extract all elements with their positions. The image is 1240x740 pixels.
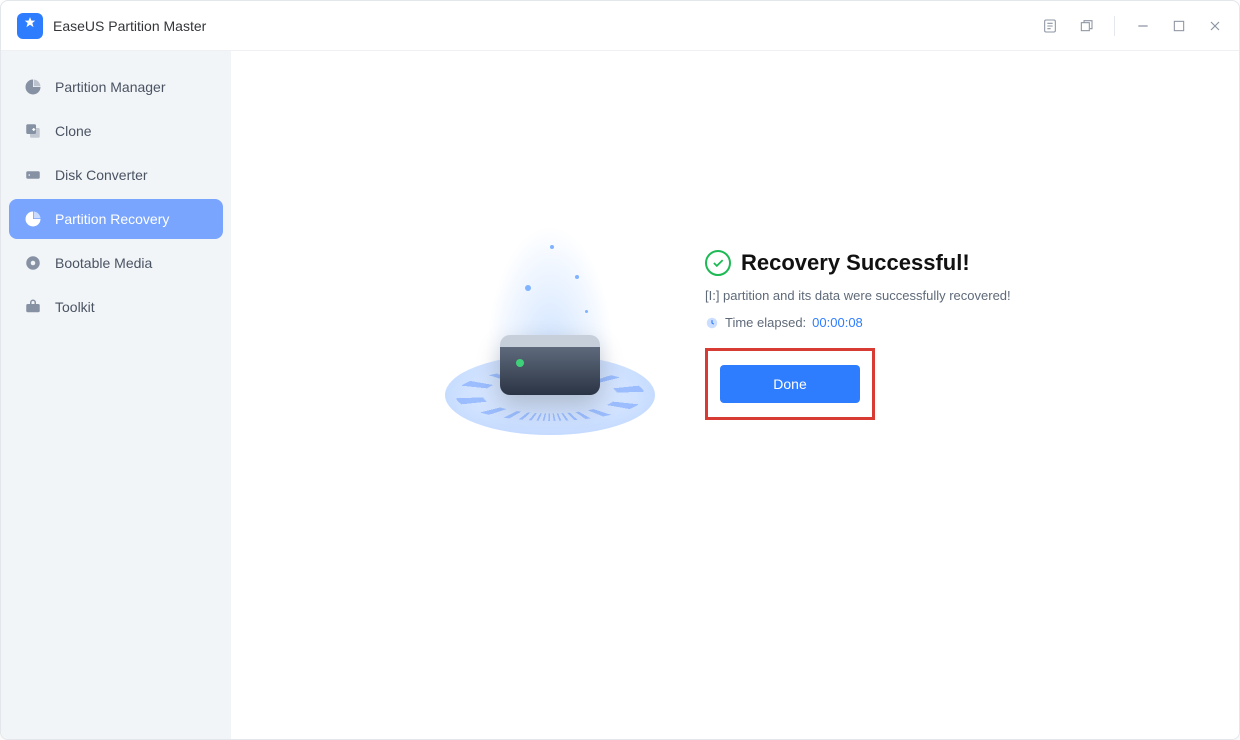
toolkit-icon xyxy=(23,297,43,317)
sidebar-item-partition-recovery[interactable]: Partition Recovery xyxy=(9,199,223,239)
app-body: Partition Manager Clone Disk Converter P… xyxy=(1,51,1239,739)
window-controls xyxy=(1042,16,1223,36)
app-logo xyxy=(17,13,43,39)
sidebar-item-clone[interactable]: Clone xyxy=(9,111,223,151)
star-icon xyxy=(23,16,37,35)
close-icon[interactable] xyxy=(1207,18,1223,34)
time-elapsed-label: Time elapsed: xyxy=(725,315,806,330)
titlebar: EaseUS Partition Master xyxy=(1,1,1239,51)
time-elapsed-row: Time elapsed: 00:00:08 xyxy=(705,315,1035,330)
check-circle-icon xyxy=(705,250,731,276)
disk-icon xyxy=(500,335,600,395)
done-highlight: Done xyxy=(705,348,875,420)
sidebar-item-label: Bootable Media xyxy=(55,255,152,271)
clone-icon xyxy=(23,121,43,141)
sidebar-item-disk-converter[interactable]: Disk Converter xyxy=(9,155,223,195)
media-icon xyxy=(23,253,43,273)
sidebar-item-label: Disk Converter xyxy=(55,167,148,183)
time-elapsed-value: 00:00:08 xyxy=(812,315,863,330)
result-layout: Recovery Successful! [I:] partition and … xyxy=(435,215,1035,455)
sidebar-item-label: Partition Recovery xyxy=(55,211,169,227)
recovery-icon xyxy=(23,209,43,229)
app-window: EaseUS Partition Master xyxy=(0,0,1240,740)
app-title: EaseUS Partition Master xyxy=(53,18,206,34)
result-heading-text: Recovery Successful! xyxy=(741,250,970,276)
separator xyxy=(1114,16,1115,36)
sidebar-item-bootable-media[interactable]: Bootable Media xyxy=(9,243,223,283)
maximize-icon[interactable] xyxy=(1171,18,1187,34)
disk-icon xyxy=(23,165,43,185)
result-panel: Recovery Successful! [I:] partition and … xyxy=(705,250,1035,420)
note-icon[interactable] xyxy=(1042,18,1058,34)
sidebar-item-toolkit[interactable]: Toolkit xyxy=(9,287,223,327)
pie-icon xyxy=(23,77,43,97)
sidebar-item-partition-manager[interactable]: Partition Manager xyxy=(9,67,223,107)
restore-down-icon[interactable] xyxy=(1078,18,1094,34)
sidebar: Partition Manager Clone Disk Converter P… xyxy=(1,51,231,739)
minimize-icon[interactable] xyxy=(1135,18,1151,34)
clock-icon xyxy=(705,316,719,330)
done-button[interactable]: Done xyxy=(720,365,860,403)
sidebar-item-label: Partition Manager xyxy=(55,79,166,95)
recovery-illustration xyxy=(435,215,665,455)
result-message: [I:] partition and its data were success… xyxy=(705,288,1035,303)
sidebar-item-label: Toolkit xyxy=(55,299,95,315)
result-heading: Recovery Successful! xyxy=(705,250,1035,276)
main-panel: Recovery Successful! [I:] partition and … xyxy=(231,51,1239,739)
sidebar-item-label: Clone xyxy=(55,123,92,139)
